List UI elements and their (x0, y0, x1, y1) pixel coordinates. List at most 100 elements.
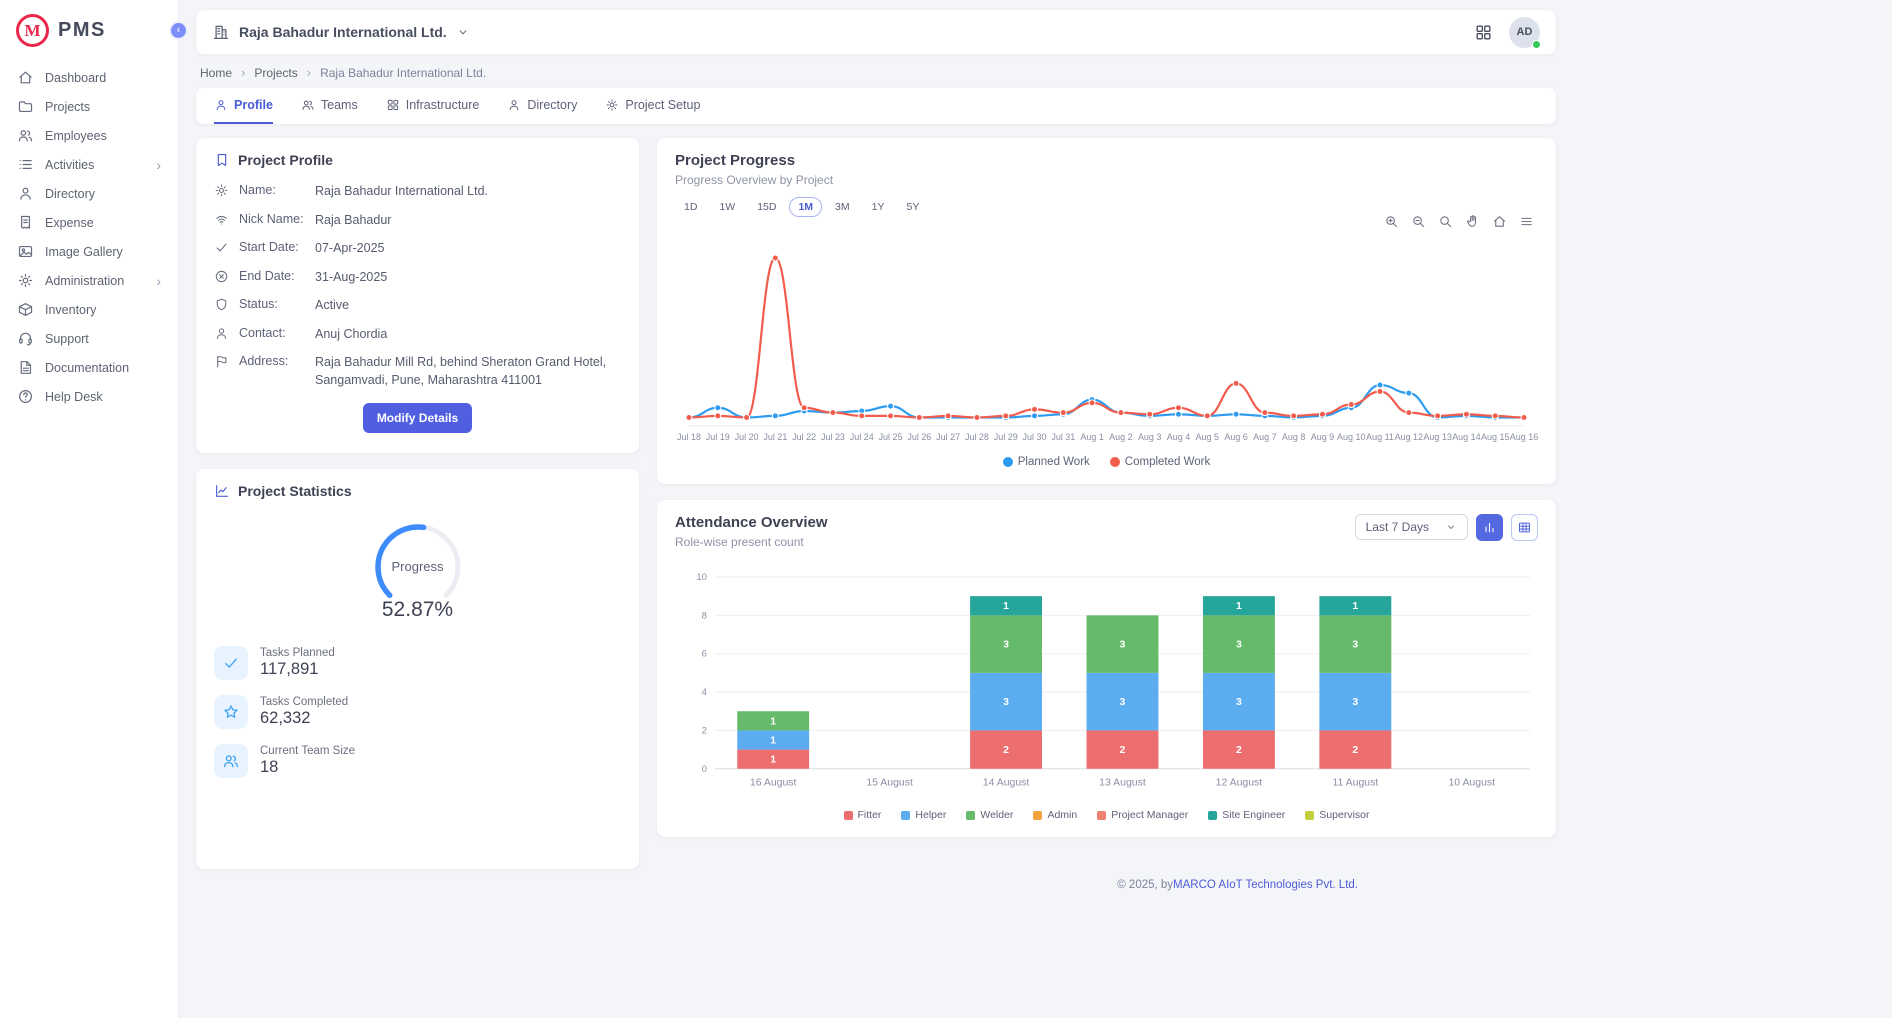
selection-zoom-icon[interactable] (1438, 214, 1453, 229)
project-statistics-card: Project Statistics Progress 52.87% Tasks… (196, 469, 639, 869)
breadcrumb-item-home[interactable]: Home (200, 66, 232, 80)
breadcrumb-item-raja-bahadur-international-ltd: Raja Bahadur International Ltd. (320, 66, 486, 80)
legend-marker (901, 811, 910, 820)
breadcrumb-item-projects[interactable]: Projects (254, 66, 297, 80)
legend-welder[interactable]: Welder (966, 809, 1013, 821)
svg-text:1: 1 (770, 754, 776, 765)
progress-chart-legend: Planned Work Completed Work (675, 456, 1538, 468)
list-icon (17, 156, 34, 173)
cancel-icon (214, 269, 229, 284)
sidebar-nav: Dashboard Projects Employees Activities › Dir… (0, 63, 178, 411)
footer-link[interactable]: MARCO AIoT Technologies Pvt. Ltd. (1173, 879, 1358, 891)
view-button-bar-chart[interactable] (1476, 514, 1503, 541)
field-value: Raja Bahadur Mill Rd, behind Sheraton Gr… (315, 354, 621, 389)
sidebar-item-support[interactable]: Support (0, 324, 178, 353)
stat-value: 117,891 (260, 660, 335, 679)
svg-text:14 August: 14 August (983, 777, 1030, 788)
sidebar-item-dashboard[interactable]: Dashboard (0, 63, 178, 92)
zoom-out-icon[interactable] (1411, 214, 1426, 229)
range-button-3m[interactable]: 3M (826, 197, 859, 217)
tab-directory[interactable]: Directory (507, 88, 577, 124)
svg-text:1: 1 (770, 735, 776, 746)
range-button-1w[interactable]: 1W (710, 197, 744, 217)
tab-project-setup[interactable]: Project Setup (605, 88, 700, 124)
pan-icon[interactable] (1465, 214, 1480, 229)
legend-admin[interactable]: Admin (1033, 809, 1077, 821)
svg-text:Jul 28: Jul 28 (965, 432, 989, 442)
left-column: Project Profile Name:Raja Bahadur Intern… (196, 138, 639, 869)
attendance-header: Attendance Overview Role-wise present co… (675, 514, 1538, 549)
range-button-1d[interactable]: 1D (675, 197, 706, 217)
image-icon (17, 243, 34, 260)
field-label: Nick Name: (239, 212, 305, 226)
avatar[interactable]: AD (1509, 17, 1540, 48)
progress-chart[interactable]: Jul 18Jul 19Jul 20Jul 21Jul 22Jul 23Jul … (675, 233, 1538, 452)
legend-label: Site Engineer (1222, 809, 1285, 821)
project-switcher[interactable]: Raja Bahadur International Ltd. (212, 23, 470, 41)
legend-marker (1305, 811, 1314, 820)
sidebar-item-projects[interactable]: Projects (0, 92, 178, 121)
svg-text:Jul 25: Jul 25 (879, 432, 903, 442)
project-progress-title: Project Progress (675, 152, 1538, 169)
tab-teams[interactable]: Teams (301, 88, 358, 124)
svg-text:12 August: 12 August (1216, 777, 1263, 788)
tab-infrastructure[interactable]: Infrastructure (386, 88, 480, 124)
svg-text:1: 1 (1352, 601, 1358, 612)
sidebar-collapse-button[interactable]: ‹ (169, 21, 188, 40)
person-icon (214, 98, 228, 112)
legend-project-manager[interactable]: Project Manager (1097, 809, 1188, 821)
star-icon (214, 695, 248, 729)
sidebar-item-label: Projects (45, 100, 90, 114)
range-button-5y[interactable]: 5Y (897, 197, 928, 217)
app-logo[interactable]: M PMS (0, 8, 178, 63)
sidebar-item-image-gallery[interactable]: Image Gallery (0, 237, 178, 266)
menu-icon[interactable] (1519, 214, 1534, 229)
modify-details-button[interactable]: Modify Details (363, 403, 472, 433)
svg-text:3: 3 (1236, 639, 1242, 650)
attendance-chart-legend: Fitter Helper Welder Admin Project Manager Si… (675, 809, 1538, 821)
statistics-list: Tasks Planned117,891 Tasks Completed62,33… (214, 646, 621, 853)
sidebar-item-inventory[interactable]: Inventory (0, 295, 178, 324)
range-button-1y[interactable]: 1Y (863, 197, 894, 217)
sidebar-item-activities[interactable]: Activities › (0, 150, 178, 179)
svg-text:Jul 29: Jul 29 (994, 432, 1018, 442)
svg-text:Jul 20: Jul 20 (735, 432, 759, 442)
home-icon[interactable] (1492, 214, 1507, 229)
project-profile-card: Project Profile Name:Raja Bahadur Intern… (196, 138, 639, 453)
legend-completed-work[interactable]: Completed Work (1110, 456, 1210, 468)
sidebar-item-label: Image Gallery (45, 245, 123, 259)
sidebar-item-directory[interactable]: Directory (0, 179, 178, 208)
sidebar-item-label: Directory (45, 187, 95, 201)
range-button-1m[interactable]: 1M (789, 197, 822, 217)
chevron-right-icon: › (241, 65, 245, 80)
sidebar-item-label: Documentation (45, 361, 129, 375)
attendance-chart[interactable]: 024681016 August11115 August14 August233… (675, 565, 1538, 806)
legend-helper[interactable]: Helper (901, 809, 946, 821)
stat-text: Tasks Completed62,332 (260, 696, 348, 728)
range-button-15d[interactable]: 15D (748, 197, 785, 217)
chevron-right-icon: › (156, 158, 161, 172)
svg-text:Jul 26: Jul 26 (907, 432, 931, 442)
sidebar-item-label: Activities (45, 158, 94, 172)
sidebar-item-help-desk[interactable]: Help Desk (0, 382, 178, 411)
apps-grid-icon[interactable] (1474, 23, 1493, 42)
legend-supervisor[interactable]: Supervisor (1305, 809, 1369, 821)
profile-field-nick-name: Nick Name:Raja Bahadur (214, 212, 621, 230)
sidebar-item-employees[interactable]: Employees (0, 121, 178, 150)
sidebar-item-documentation[interactable]: Documentation (0, 353, 178, 382)
date-range-select[interactable]: Last 7 Days (1355, 514, 1468, 540)
legend-planned-work[interactable]: Planned Work (1003, 456, 1090, 468)
legend-fitter[interactable]: Fitter (844, 809, 882, 821)
sidebar-item-expense[interactable]: Expense (0, 208, 178, 237)
tab-profile[interactable]: Profile (214, 88, 273, 124)
legend-site-engineer[interactable]: Site Engineer (1208, 809, 1285, 821)
sidebar-item-label: Administration (45, 274, 124, 288)
profile-fields: Name:Raja Bahadur International Ltd.Nick… (214, 183, 621, 389)
svg-text:2: 2 (1003, 745, 1009, 756)
svg-text:Aug 3: Aug 3 (1138, 432, 1161, 442)
zoom-in-icon[interactable] (1384, 214, 1399, 229)
sidebar-item-administration[interactable]: Administration› (0, 266, 178, 295)
view-button-table[interactable] (1511, 514, 1538, 541)
stat-label: Tasks Planned (260, 647, 335, 659)
folder-icon (17, 98, 34, 115)
